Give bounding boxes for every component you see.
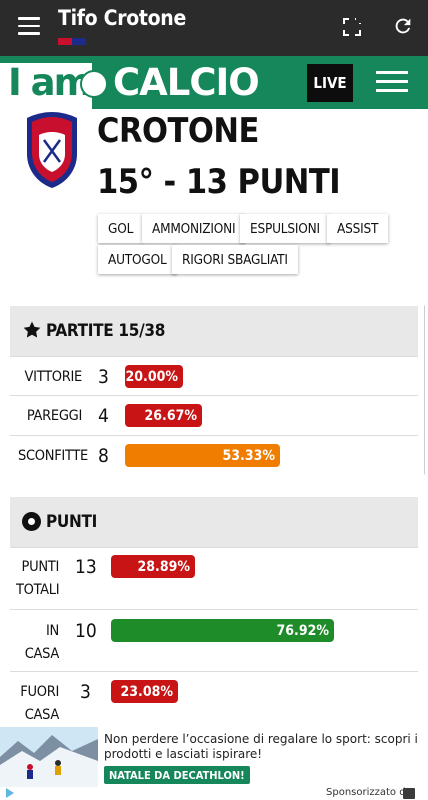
bar-label-points-total: 28.89% <box>137 558 190 575</box>
row-label-home-2: CASA <box>24 646 60 662</box>
section-header-matches: PARTITE 15/38 <box>10 306 418 356</box>
divider <box>10 356 418 357</box>
app-bar: Tifo Crotone <box>0 0 428 56</box>
row-label-losses: SCONFITTE <box>18 448 88 464</box>
row-count-draws: 4 <box>98 405 109 427</box>
team-flag-icon <box>58 38 86 45</box>
share-icon[interactable] <box>343 14 365 36</box>
star-icon <box>23 321 41 338</box>
tag-autogol[interactable]: AUTOGOL <box>98 245 177 274</box>
sponsor-logo-icon <box>403 788 415 799</box>
scroll-edge[interactable] <box>424 305 428 475</box>
bar-label-points-home: 76.92% <box>276 622 329 639</box>
bar-points-home: 76.92% <box>111 619 334 642</box>
brand-banner: I am CALCIO LIVE <box>0 56 428 109</box>
bar-draws: 26.67% <box>125 404 202 427</box>
bar-label-losses: 53.33% <box>222 447 275 464</box>
tag-ammonizioni[interactable]: AMMONIZIONI <box>142 214 246 243</box>
ad-text[interactable]: Non perdere l’occasione di regalare lo s… <box>104 732 424 762</box>
bar-losses: 53.33% <box>125 444 280 467</box>
bar-label-points-away: 23.08% <box>120 683 173 700</box>
bar-label-draws: 26.67% <box>144 407 197 424</box>
app-title: Tifo Crotone <box>58 6 186 30</box>
row-label-total-1: PUNTI <box>21 559 60 575</box>
ad-image-skier[interactable] <box>0 727 98 787</box>
tag-assist[interactable]: ASSIST <box>327 214 389 243</box>
row-label-total-2: TOTALI <box>16 582 60 598</box>
divider <box>10 609 418 610</box>
tag-rigori-sbagliati[interactable]: RIGORI SBAGLIATI <box>172 245 298 274</box>
section-title-matches: PARTITE 15/38 <box>46 321 166 341</box>
target-icon <box>22 512 41 531</box>
row-count-wins: 3 <box>98 366 109 388</box>
brand-logo-right: CALCIO <box>113 61 260 104</box>
bar-points-away: 23.08% <box>111 680 178 703</box>
menu-icon[interactable] <box>18 17 40 35</box>
bar-wins: 20.00% <box>125 365 183 388</box>
row-label-home-1: IN <box>45 623 59 639</box>
refresh-icon[interactable] <box>392 15 414 37</box>
divider <box>10 395 418 396</box>
live-button[interactable]: LIVE <box>307 64 353 102</box>
row-count-losses: 8 <box>98 445 109 467</box>
row-label-away-2: CASA <box>24 707 60 723</box>
ad-banner[interactable]: Non perdere l’occasione di regalare lo s… <box>0 727 428 800</box>
row-label-wins: VITTORIE <box>24 369 83 385</box>
section-header-points: PUNTI <box>10 497 418 547</box>
divider <box>10 435 418 436</box>
row-count-away: 3 <box>80 681 91 703</box>
tag-espulsioni[interactable]: ESPULSIONI <box>240 214 330 243</box>
ad-sponsor-label: Sponsorizzato da <box>326 787 412 798</box>
team-name: CROTONE <box>97 111 259 151</box>
brand-logo-left: I am <box>8 61 92 104</box>
row-count-total: 13 <box>75 556 97 578</box>
row-label-away-1: FUORI <box>20 684 59 700</box>
bar-label-wins: 20.00% <box>125 368 178 385</box>
team-rank: 15° - 13 PUNTI <box>97 162 341 202</box>
divider <box>10 671 418 672</box>
hamburger-menu-icon[interactable] <box>376 71 408 93</box>
ad-cta-button[interactable]: NATALE DA DECATHLON! <box>104 766 250 784</box>
row-count-home: 10 <box>75 620 97 642</box>
divider <box>10 547 418 548</box>
tag-gol[interactable]: GOL <box>98 214 144 243</box>
bar-points-total: 28.89% <box>111 555 195 578</box>
section-title-points: PUNTI <box>46 512 98 532</box>
row-label-draws: PAREGGI <box>26 408 82 424</box>
football-icon <box>80 70 108 98</box>
ad-choices-icon[interactable] <box>6 788 14 798</box>
team-crest-icon <box>27 112 77 188</box>
